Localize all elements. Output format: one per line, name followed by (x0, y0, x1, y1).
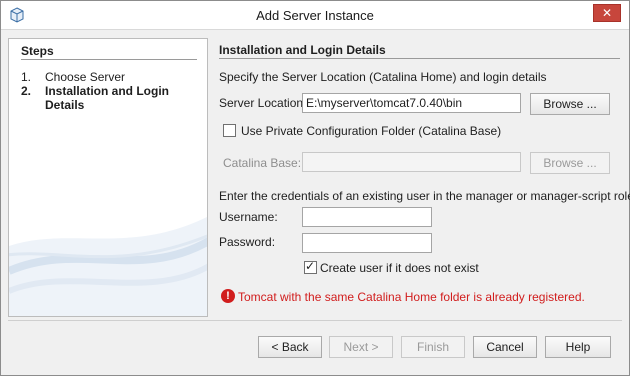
title-bar: Add Server Instance ✕ (1, 1, 629, 30)
error-icon: ! (221, 289, 235, 303)
help-button[interactable]: Help (545, 336, 611, 358)
private-config-checkbox[interactable] (223, 124, 236, 137)
error-message: Tomcat with the same Catalina Home folde… (238, 290, 585, 304)
content-panel: Installation and Login Details Specify t… (212, 38, 630, 317)
server-location-label: Server Location: (219, 96, 307, 110)
catalina-base-label: Catalina Base: (223, 156, 302, 170)
cancel-button[interactable]: Cancel (473, 336, 537, 358)
steps-panel: Steps 1. Choose Server 2. Installation a… (8, 38, 208, 317)
username-field[interactable] (302, 207, 432, 227)
server-location-field[interactable]: E:\myserver\tomcat7.0.40\bin (302, 93, 521, 113)
steps-heading: Steps (21, 44, 54, 58)
panel-divider (219, 58, 620, 59)
credentials-intro-text: Enter the credentials of an existing use… (219, 189, 630, 203)
username-label: Username: (219, 210, 278, 224)
decorative-swoosh-graphic (9, 216, 207, 316)
create-user-label[interactable]: Create user if it does not exist (320, 261, 479, 275)
add-server-dialog: Add Server Instance ✕ Steps 1. Choose Se… (0, 0, 630, 376)
catalina-base-field[interactable] (302, 152, 521, 172)
step-number: 2. (21, 84, 32, 98)
browse-location-button[interactable]: Browse ... (530, 93, 610, 115)
private-config-label[interactable]: Use Private Configuration Folder (Catali… (241, 124, 501, 138)
back-button[interactable]: < Back (258, 336, 322, 358)
next-button[interactable]: Next > (329, 336, 393, 358)
finish-button[interactable]: Finish (401, 336, 465, 358)
intro-text: Specify the Server Location (Catalina Ho… (219, 70, 547, 84)
step-label: Installation and Login Details (45, 84, 169, 112)
password-label: Password: (219, 235, 276, 249)
password-field[interactable] (302, 233, 432, 253)
step-number: 1. (21, 70, 32, 84)
button-bar-divider (8, 320, 622, 321)
browse-base-button[interactable]: Browse ... (530, 152, 610, 174)
create-user-checkbox[interactable] (304, 259, 317, 274)
window-title: Add Server Instance (256, 8, 374, 23)
steps-divider (21, 59, 197, 60)
close-button[interactable]: ✕ (593, 4, 621, 22)
panel-heading: Installation and Login Details (219, 43, 386, 57)
step-label: Choose Server (45, 70, 126, 84)
